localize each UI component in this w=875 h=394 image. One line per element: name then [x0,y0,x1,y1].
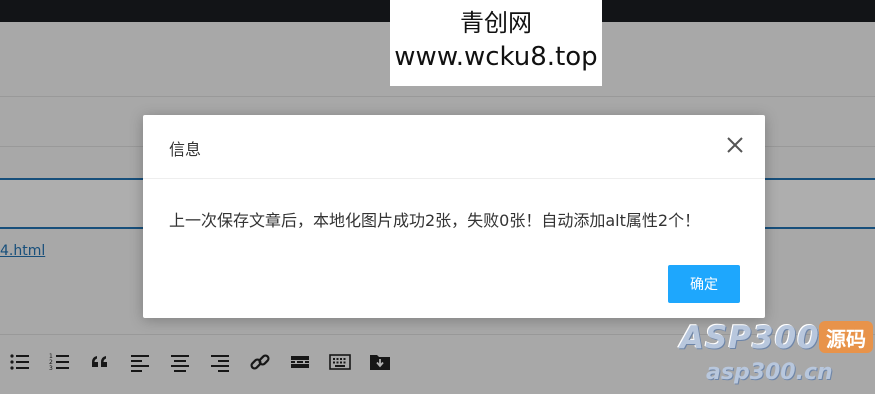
close-icon[interactable] [725,135,745,155]
confirm-button[interactable]: 确定 [668,265,740,303]
dialog-message: 上一次保存文章后，本地化图片成功2张，失败0张！自动添加alt属性2个！ [169,211,701,230]
watermark-url: www.wcku8.top [394,42,598,72]
logo-url: asp300.cn [706,360,833,385]
watermark: 青创网 www.wcku8.top [390,0,602,86]
logo-main-text: ASP300 [680,320,820,356]
info-dialog: 信息 上一次保存文章后，本地化图片成功2张，失败0张！自动添加alt属性2个！ … [143,115,765,318]
logo-badge: 源码 [819,321,873,353]
dialog-header: 信息 [143,115,765,179]
asp300-logo: ASP300 源码 asp300.cn [680,318,875,394]
dialog-title: 信息 [169,140,202,159]
watermark-title: 青创网 [460,9,532,37]
